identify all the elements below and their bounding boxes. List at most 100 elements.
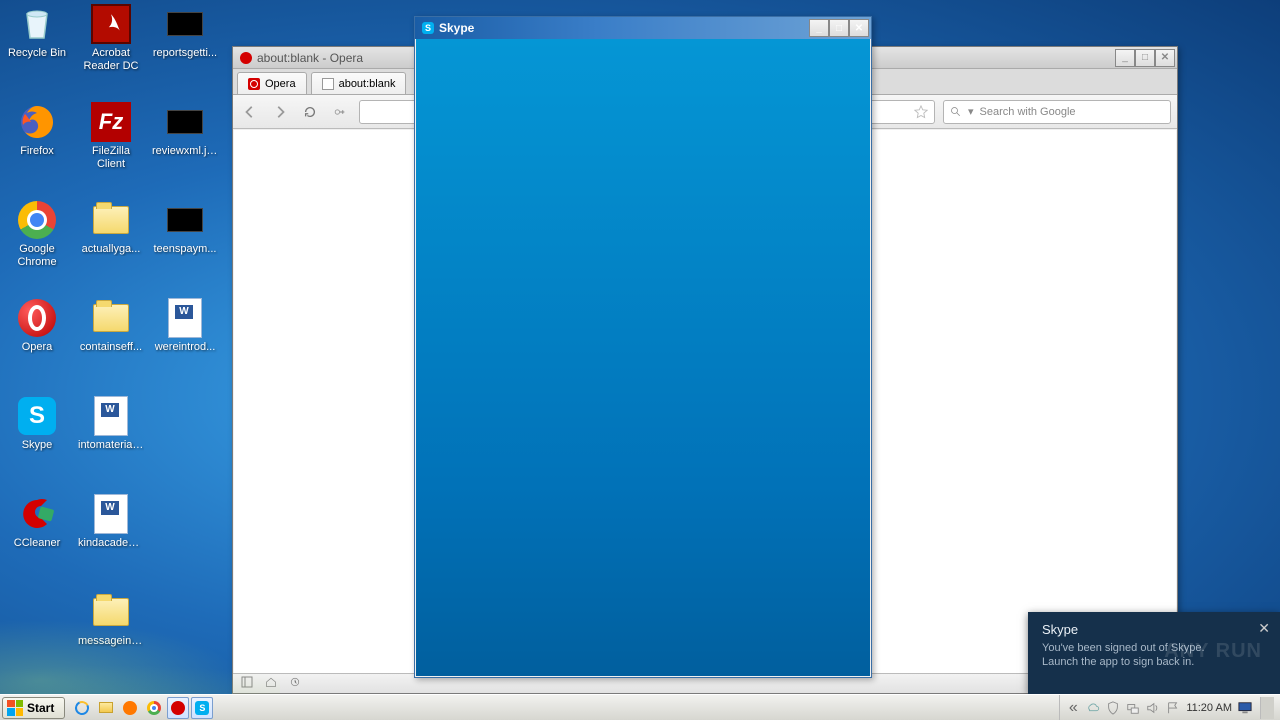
icon-label: FileZilla Client: [78, 145, 144, 171]
search-placeholder: Search with Google: [980, 106, 1076, 118]
ql-ie[interactable]: [71, 697, 93, 719]
ql-explorer[interactable]: [95, 697, 117, 719]
tray-flag-icon[interactable]: [1166, 701, 1180, 715]
desktop-icon-actuallyga[interactable]: actuallyga...: [78, 200, 144, 256]
ql-media[interactable]: [119, 697, 141, 719]
home-button[interactable]: [329, 101, 351, 123]
start-button[interactable]: Start: [2, 697, 65, 719]
search-dropdown-icon[interactable]: ▾: [968, 105, 974, 118]
icon-label: intomaterial...: [78, 439, 144, 452]
bookmark-star-icon[interactable]: [914, 105, 928, 119]
desktop-icon-containseff[interactable]: containseff...: [78, 298, 144, 354]
search-box[interactable]: ▾ Search with Google: [943, 100, 1171, 124]
home-status-icon[interactable]: [265, 676, 277, 691]
actuallyga-icon: [91, 200, 131, 240]
intomaterial-icon: [91, 396, 131, 436]
ccleaner-icon: [17, 494, 57, 534]
icon-label: wereintrod...: [152, 341, 218, 354]
wereintrod-icon: [165, 298, 205, 338]
opera-tab-speed-dial[interactable]: Opera: [237, 72, 307, 94]
icon-label: kindacademi...: [78, 537, 144, 550]
show-desktop-button[interactable]: [1260, 697, 1274, 719]
tray-cloud-icon[interactable]: [1086, 701, 1100, 715]
opera-icon: [17, 298, 57, 338]
skype-titlebar[interactable]: S Skype _ □ ✕: [415, 17, 871, 39]
icon-label: actuallyga...: [78, 243, 144, 256]
opera-tab-about-blank[interactable]: about:blank: [311, 72, 407, 94]
start-label: Start: [27, 701, 54, 715]
back-button[interactable]: [239, 101, 261, 123]
acrobat-icon: [91, 4, 131, 44]
ql-skype[interactable]: S: [191, 697, 213, 719]
filezilla-icon: Fz: [91, 102, 131, 142]
skype-close-button[interactable]: ✕: [849, 19, 869, 37]
icon-label: Skype: [4, 439, 70, 452]
forward-button[interactable]: [269, 101, 291, 123]
sync-status-icon[interactable]: [289, 676, 301, 691]
desktop-icon-firefox[interactable]: Firefox: [4, 102, 70, 158]
desktop-icon-opera[interactable]: Opera: [4, 298, 70, 354]
taskbar: Start S « 11:20 AM: [0, 694, 1280, 720]
opera-minimize-button[interactable]: _: [1115, 49, 1135, 67]
tray-network-icon[interactable]: [1126, 701, 1140, 715]
skype-minimize-button[interactable]: _: [809, 19, 829, 37]
tray-monitor-icon[interactable]: [1238, 701, 1252, 715]
desktop-icon-skype[interactable]: SSkype: [4, 396, 70, 452]
system-tray: « 11:20 AM: [1059, 695, 1280, 720]
skype-window[interactable]: S Skype _ □ ✕: [414, 16, 872, 678]
opera-close-button[interactable]: ✕: [1155, 49, 1175, 67]
teenspaym-icon: [165, 200, 205, 240]
skype-maximize-button[interactable]: □: [829, 19, 849, 37]
reportsgetti-icon: [165, 4, 205, 44]
opera-favicon-icon: [248, 78, 260, 90]
opera-title-icon: [239, 51, 253, 65]
desktop-icon-recycle-bin[interactable]: Recycle Bin: [4, 4, 70, 60]
desktop-icon-reportsgetti[interactable]: reportsgetti...: [152, 4, 218, 60]
icon-label: messageintr...: [78, 635, 144, 648]
desktop-icon-reviewxml[interactable]: reviewxml.jpg: [152, 102, 218, 158]
tab-label: Opera: [265, 78, 296, 90]
desktop-icon-acrobat[interactable]: Acrobat Reader DC: [78, 4, 144, 73]
skype-notification[interactable]: Skype You've been signed out of Skype. L…: [1028, 612, 1280, 694]
skype-title-icon: S: [421, 21, 435, 35]
ql-chrome[interactable]: [143, 697, 165, 719]
desktop-icon-kindacademi[interactable]: kindacademi...: [78, 494, 144, 550]
toast-close-button[interactable]: ✕: [1258, 620, 1270, 637]
icon-label: containseff...: [78, 341, 144, 354]
blank-page-icon: [322, 78, 334, 90]
icon-label: Acrobat Reader DC: [78, 47, 144, 73]
clock[interactable]: 11:20 AM: [1186, 702, 1232, 714]
reload-button[interactable]: [299, 101, 321, 123]
tab-label: about:blank: [339, 78, 396, 90]
skype-title: Skype: [439, 21, 809, 35]
firefox-icon: [17, 102, 57, 142]
ql-opera[interactable]: [167, 697, 189, 719]
search-icon: [950, 106, 962, 118]
panel-icon[interactable]: [241, 676, 253, 691]
reviewxml-icon: [165, 102, 205, 142]
chrome-icon: [17, 200, 57, 240]
tray-expand-icon[interactable]: «: [1066, 701, 1080, 715]
toast-title: Skype: [1042, 622, 1266, 637]
icon-label: CCleaner: [4, 537, 70, 550]
desktop[interactable]: Recycle Bin Acrobat Reader DC reportsgetti…: [0, 0, 1280, 720]
icon-label: Recycle Bin: [4, 47, 70, 60]
messageintr-icon: [91, 592, 131, 632]
tray-security-icon[interactable]: [1106, 701, 1120, 715]
icon-label: Opera: [4, 341, 70, 354]
opera-maximize-button[interactable]: □: [1135, 49, 1155, 67]
desktop-icon-chrome[interactable]: Google Chrome: [4, 200, 70, 269]
watermark: ANY RUN: [1164, 640, 1262, 663]
icon-label: reportsgetti...: [152, 47, 218, 60]
desktop-icon-ccleaner[interactable]: CCleaner: [4, 494, 70, 550]
icon-label: teenspaym...: [152, 243, 218, 256]
skype-body: [416, 39, 870, 676]
desktop-icon-messageintr[interactable]: messageintr...: [78, 592, 144, 648]
windows-flag-icon: [7, 700, 23, 716]
tray-volume-icon[interactable]: [1146, 701, 1160, 715]
desktop-icon-filezilla[interactable]: Fz FileZilla Client: [78, 102, 144, 171]
icon-label: reviewxml.jpg: [152, 145, 218, 158]
desktop-icon-wereintrod[interactable]: wereintrod...: [152, 298, 218, 354]
desktop-icon-intomaterial[interactable]: intomaterial...: [78, 396, 144, 452]
desktop-icon-teenspaym[interactable]: teenspaym...: [152, 200, 218, 256]
